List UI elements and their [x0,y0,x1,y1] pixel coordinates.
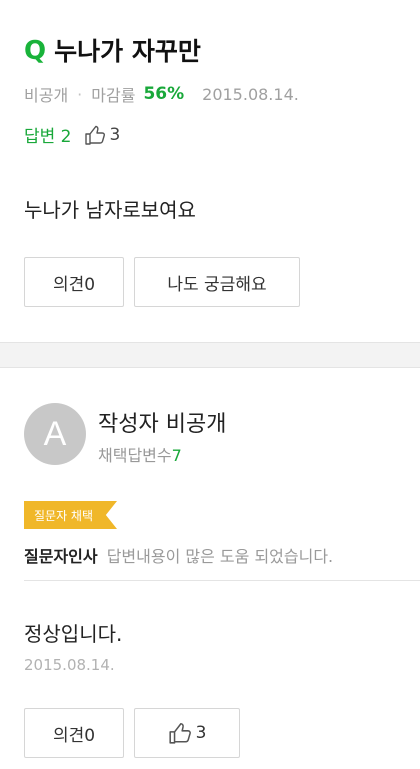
adopted-answer-number: 7 [171,446,182,465]
me-too-button[interactable]: 나도 궁금해요 [134,257,300,307]
answer-divider [24,580,420,581]
asker-thanks: 질문자인사 답변내용이 많은 도움 되었습니다. [24,543,333,567]
question-like-count: 3 [109,124,121,145]
deadline-rate: 56% [143,84,185,104]
section-separator [0,342,420,368]
question-date: 2015.08.14. [202,84,299,104]
question-title: Q 누나가 자꾸만 [24,38,201,64]
answer-author: 작성자 비공개 [98,412,227,437]
answer-count-link[interactable]: 답변 2 [24,122,72,147]
answer-body: 정상입니다. [24,622,123,646]
thanks-message: 답변내용이 많은 도움 되었습니다. [106,547,334,566]
question-meta: 비공개 · 마감률 56% 2015.08.14. [24,82,299,106]
asker-choice-badge: 질문자 채택 [24,501,118,529]
adopted-answer-label: 채택답변수 [98,446,172,465]
question-like[interactable]: 3 [84,124,121,145]
q-mark-icon: Q [24,36,47,66]
deadline-label: 마감률 [91,86,136,105]
thanks-label: 질문자인사 [24,547,98,566]
question-opinion-button[interactable]: 의견0 [24,257,124,307]
answer-like-button[interactable]: 3 [134,708,240,758]
answer-like-count: 3 [195,723,207,743]
answer-section: A 작성자 비공개 채택답변수7 질문자 채택 질문자인사 답변내용이 많은 도… [0,368,420,769]
question-body: 누나가 남자로보여요 [24,198,196,222]
question-section: Q 누나가 자꾸만 비공개 · 마감률 56% 2015.08.14. 답변 2… [0,0,420,342]
answer-opinion-button[interactable]: 의견0 [24,708,124,758]
thumbs-up-icon [168,722,191,744]
question-stats: 답변 2 3 [24,122,121,148]
answer-date: 2015.08.14. [24,656,115,674]
question-title-text: 누나가 자꾸만 [54,36,201,66]
adopted-answer-count: 채택답변수7 [98,442,182,466]
avatar: A [24,403,86,465]
meta-separator: · [77,84,83,104]
visibility-label: 비공개 [24,86,69,105]
thumbs-up-icon [84,125,105,145]
